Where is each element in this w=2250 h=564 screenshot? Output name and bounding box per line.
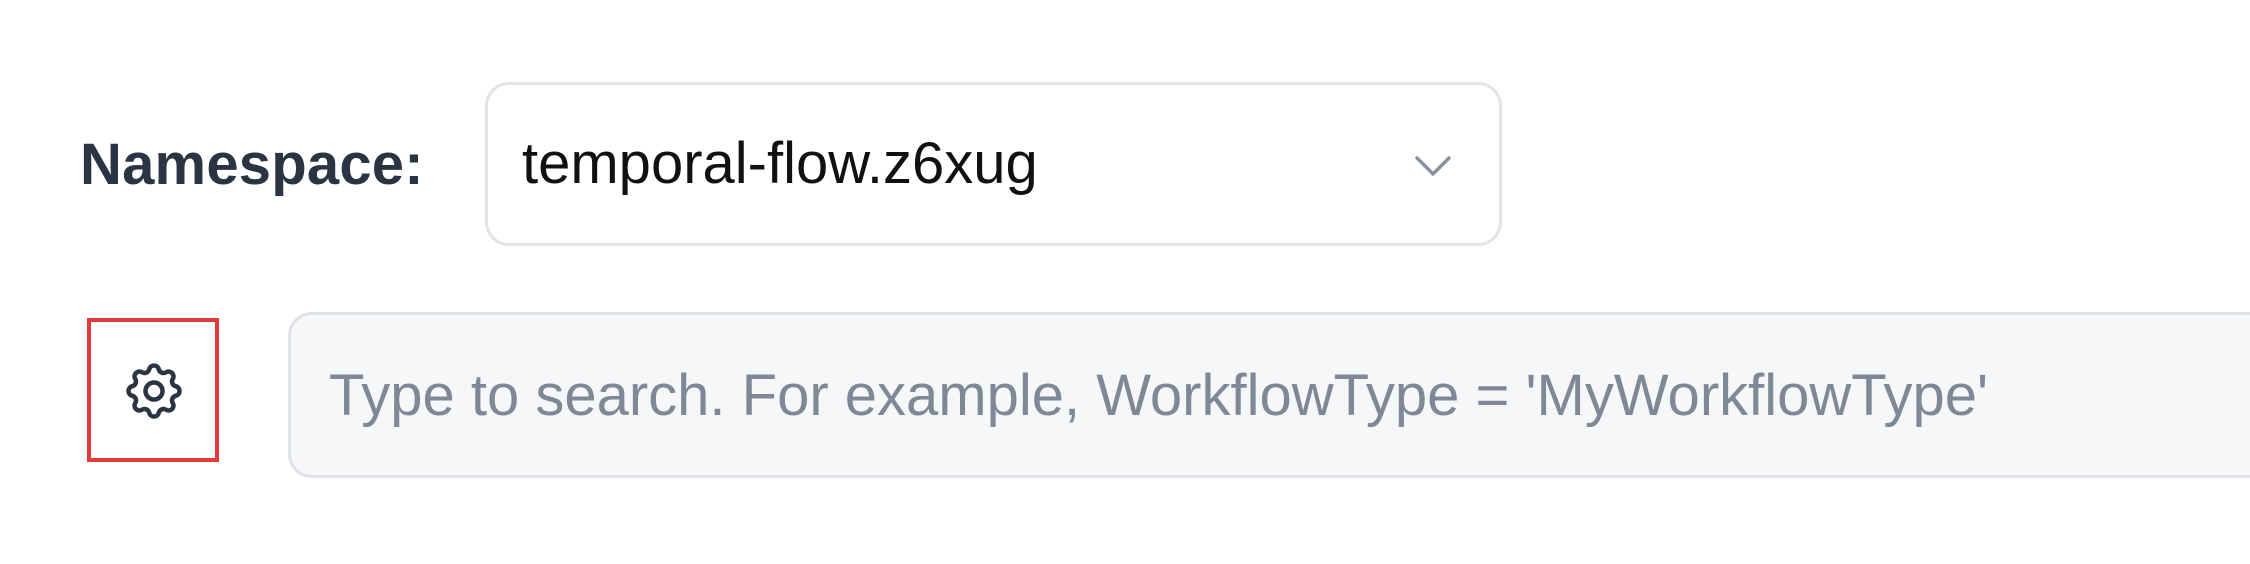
settings-button[interactable]	[87, 318, 219, 462]
search-input[interactable]	[288, 312, 2250, 478]
namespace-label: Namespace:	[80, 132, 424, 197]
gear-icon	[126, 363, 182, 419]
namespace-select[interactable]: temporal-flow.z6xug	[485, 82, 1502, 246]
chevron-down-icon	[1415, 156, 1451, 176]
namespace-selected-value: temporal-flow.z6xug	[522, 131, 1038, 196]
page: Namespace: temporal-flow.z6xug	[0, 0, 2250, 564]
